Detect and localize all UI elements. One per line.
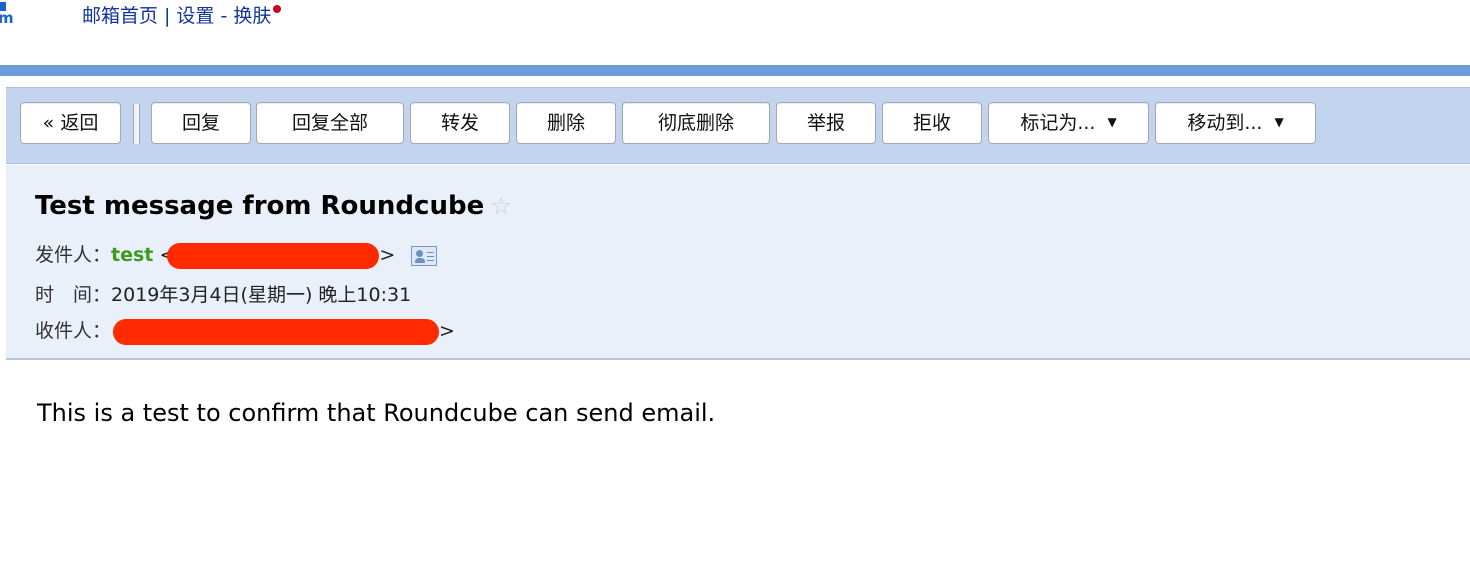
back-button[interactable]: « 返回 (20, 102, 121, 144)
time-row: 时 间：2019年3月4日(星期一) 晚上10:31 (35, 281, 411, 309)
from-row: 发件人：test <> (35, 241, 438, 269)
message-header: Test message from Roundcube☆ 发件人：test <>… (6, 165, 1470, 360)
time-label: 时 间： (35, 284, 112, 306)
report-spam-button[interactable]: 举报 (776, 102, 876, 144)
toolbar-divider (133, 104, 140, 144)
to-label: 收件人： (35, 320, 112, 342)
to-row: 收件人： > (35, 317, 455, 345)
message-toolbar: « 返回 回复 回复全部 转发 删除 彻底删除 举报 拒收 标记为... ▼ 移动… (6, 87, 1470, 164)
reply-button[interactable]: 回复 (151, 102, 251, 144)
chevron-down-icon: ▼ (1107, 114, 1117, 129)
redacted-recipient-address (113, 318, 440, 345)
change-skin-link[interactable]: 换肤 (233, 5, 271, 27)
move-to-label: 移动到... (1187, 112, 1263, 134)
reply-all-button[interactable]: 回复全部 (256, 102, 404, 144)
mark-as-label: 标记为... (1020, 112, 1096, 134)
mailbox-home-link[interactable]: 邮箱首页 (82, 5, 158, 27)
logo-letter: m (0, 9, 14, 27)
contact-card-icon[interactable] (411, 245, 438, 266)
message-body: This is a test to confirm that Roundcube… (37, 399, 716, 427)
subject-text: Test message from Roundcube (35, 191, 485, 221)
reject-sender-button[interactable]: 拒收 (882, 102, 982, 144)
redacted-sender-address (167, 242, 380, 269)
logo[interactable]: m (0, 2, 14, 27)
recipient-address-close: > (439, 320, 455, 342)
nav-links: 邮箱首页 | 设置 - 换肤 (82, 2, 282, 30)
message-subject: Test message from Roundcube ☆ (35, 189, 512, 223)
mark-as-dropdown[interactable]: 标记为... ▼ (988, 102, 1149, 144)
star-icon[interactable]: ☆ (490, 192, 512, 220)
forward-button[interactable]: 转发 (410, 102, 510, 144)
chevron-down-icon: ▼ (1274, 114, 1284, 129)
nav-dash: - (220, 5, 228, 27)
new-indicator-dot (273, 5, 282, 13)
move-to-dropdown[interactable]: 移动到... ▼ (1155, 102, 1316, 144)
sender-address-close: > (379, 244, 396, 266)
from-label: 发件人： (35, 244, 112, 266)
sent-time: 2019年3月4日(星期一) 晚上10:31 (111, 284, 412, 306)
header-divider-bar (0, 65, 1470, 76)
sender-name[interactable]: test (111, 244, 153, 266)
settings-link[interactable]: 设置 (176, 5, 214, 27)
top-nav: m 邮箱首页 | 设置 - 换肤 (0, 0, 1470, 64)
delete-button[interactable]: 删除 (516, 102, 616, 144)
nav-separator: | (164, 5, 171, 27)
delete-permanently-button[interactable]: 彻底删除 (622, 102, 770, 144)
